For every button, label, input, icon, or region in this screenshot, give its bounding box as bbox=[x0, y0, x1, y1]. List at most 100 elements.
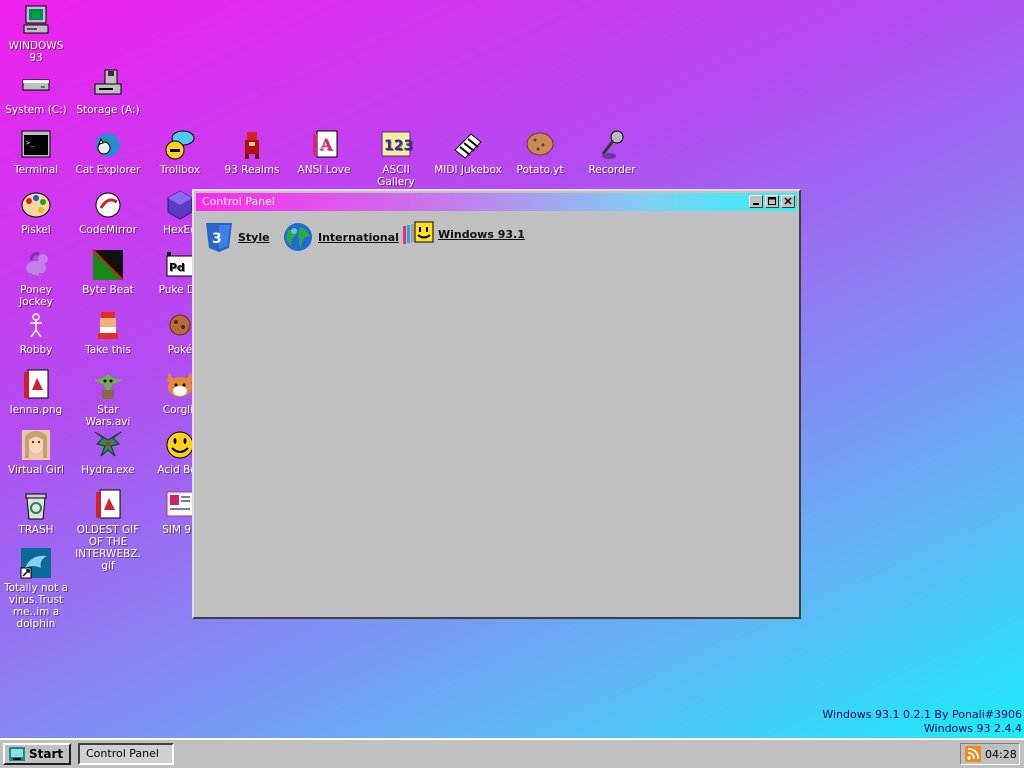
start-label: Start bbox=[29, 747, 64, 761]
image-file-icon bbox=[24, 369, 49, 399]
robby-icon bbox=[30, 313, 42, 338]
desktop-icon-ansi-love[interactable]: A ANSI Love bbox=[288, 128, 360, 176]
control-panel-content: 3 Style International Windows 93.1 bbox=[200, 217, 793, 611]
desktop-icon-label: Terminal bbox=[13, 164, 59, 176]
desktop-icon-label: Storage (A:) bbox=[76, 104, 140, 116]
desktop-icon-midi-jukebox[interactable]: MIDI Jukebox bbox=[432, 128, 504, 176]
minimize-icon bbox=[753, 203, 759, 205]
rss-icon[interactable] bbox=[965, 746, 981, 762]
dolphin-shortcut-icon bbox=[20, 548, 51, 579]
desktop-icon-poney-jockey[interactable]: Poney Jockey bbox=[0, 248, 72, 308]
close-icon bbox=[784, 197, 792, 205]
desktop-icon-terminal[interactable]: >_ Terminal bbox=[0, 128, 72, 176]
desktop-icon-label: Hydra.exe bbox=[81, 464, 135, 476]
close-button[interactable] bbox=[781, 195, 795, 208]
desktop-icon-recorder[interactable]: Recorder bbox=[576, 128, 648, 176]
control-panel-item-international[interactable]: International bbox=[282, 221, 399, 253]
desktop-icon-cat-explorer[interactable]: Cat Explorer bbox=[72, 128, 144, 176]
desktop-icon-ascii-gallery[interactable]: 123 ASCII Gallery bbox=[360, 128, 432, 188]
windows93-logo-icon bbox=[9, 747, 25, 761]
control-panel-item-windows93[interactable]: Windows 93.1 bbox=[402, 221, 525, 247]
desktop-icon-storage-a[interactable]: Storage (A:) bbox=[72, 68, 144, 116]
svg-text:A: A bbox=[319, 135, 333, 154]
terminal-icon: >_ bbox=[21, 130, 51, 158]
svg-text:3: 3 bbox=[212, 231, 222, 247]
svg-text:Pd: Pd bbox=[169, 261, 185, 274]
start-button[interactable]: Start bbox=[3, 743, 71, 765]
ascii-gallery-icon: 123 bbox=[381, 131, 413, 157]
desktop-icon-label: ASCII Gallery bbox=[377, 164, 415, 188]
version-line-1: Windows 93.1 0.2.1 By Ponali#3906 bbox=[822, 708, 1022, 721]
computer-icon bbox=[23, 5, 49, 34]
clock: 04:28 bbox=[985, 747, 1017, 761]
desktop-icon-label: ANSI Love bbox=[297, 164, 351, 176]
desktop-icon-label: Virtual Girl bbox=[8, 464, 64, 476]
codemirror-icon bbox=[95, 192, 121, 218]
control-panel-window[interactable]: Control Panel 3 Style International Wind… bbox=[192, 189, 801, 619]
desktop-icon-hydra[interactable]: Hydra.exe bbox=[72, 428, 144, 476]
desktop-icon-byte-beat[interactable]: Byte Beat bbox=[72, 248, 144, 296]
desktop-icon-robby[interactable]: Robby bbox=[0, 308, 72, 356]
bytebeat-icon bbox=[92, 249, 124, 281]
pony-icon bbox=[26, 252, 48, 279]
taskbar-item-control-panel[interactable]: Control Panel bbox=[78, 743, 174, 765]
hard-drive-icon bbox=[22, 79, 50, 91]
svg-text:>_: >_ bbox=[26, 139, 35, 147]
potato-icon bbox=[526, 132, 554, 156]
maximize-icon bbox=[768, 197, 776, 205]
desktop-icon-codemirror[interactable]: CodeMirror bbox=[72, 188, 144, 236]
desktop-icon-trash[interactable]: TRASH bbox=[0, 488, 72, 536]
version-line-2: Windows 93 2.4.4 bbox=[923, 722, 1022, 735]
desktop-icon-label: Piskel bbox=[21, 224, 51, 236]
realms-icon bbox=[245, 132, 259, 159]
desktop-icon-label: Potato.yt bbox=[516, 164, 564, 176]
desktop-icon-label: Take this bbox=[85, 344, 131, 356]
taskbar: Start Control Panel 04:28 bbox=[0, 738, 1024, 768]
desktop-icon-label: Recorder bbox=[588, 164, 636, 176]
window-title: Control Panel bbox=[202, 195, 275, 208]
desktop-icon-label: 93 Realms bbox=[224, 164, 280, 176]
desktop-icon-potato[interactable]: Potato.yt bbox=[504, 128, 576, 176]
desktop-icon-label: Byte Beat bbox=[82, 284, 134, 296]
control-panel-item-style[interactable]: 3 Style bbox=[204, 221, 270, 253]
desktop-icon-label: Poney Jockey bbox=[19, 284, 53, 308]
desktop-icon-system-c[interactable]: System (C:) bbox=[0, 68, 72, 116]
desktop-icon-lenna[interactable]: lenna.png bbox=[0, 368, 72, 416]
yoda-icon bbox=[93, 374, 123, 399]
desktop-icon-windows93[interactable]: WINDOWS 93 bbox=[0, 4, 72, 64]
trollbox-icon bbox=[165, 130, 195, 160]
maximize-button[interactable] bbox=[765, 195, 779, 208]
virtual-girl-icon bbox=[22, 430, 50, 460]
take-this-icon bbox=[98, 312, 118, 339]
desktop-icon-label: WINDOWS 93 bbox=[8, 40, 64, 64]
desktop-icon-take-this[interactable]: Take this bbox=[72, 308, 144, 356]
desktop-icon-piskel[interactable]: Piskel bbox=[0, 188, 72, 236]
cat-explorer-icon bbox=[96, 133, 120, 157]
desktop-icon-label: Robby bbox=[19, 344, 53, 356]
floppy-drive-icon bbox=[94, 69, 122, 95]
trash-icon bbox=[25, 493, 47, 520]
desktop-icon-star-wars[interactable]: Star Wars.avi bbox=[72, 368, 144, 428]
windows93-smiley-icon bbox=[403, 221, 434, 244]
window-controls bbox=[749, 195, 795, 208]
minimize-button[interactable] bbox=[749, 195, 763, 208]
desktop-icon-label: Cat Explorer bbox=[75, 164, 141, 176]
globe-icon bbox=[284, 223, 312, 251]
desktop-icon-label: OLDEST GIF OF THE INTERWEBZ.gif bbox=[75, 524, 141, 572]
control-panel-item-label: International bbox=[318, 230, 399, 244]
desktop-icon-label: TRASH bbox=[18, 524, 54, 536]
desktop-icon-93-realms[interactable]: 93 Realms bbox=[216, 128, 288, 176]
desktop-icon-label: Totally not a virus.Trust me..im a dolph… bbox=[4, 582, 68, 630]
window-titlebar[interactable]: Control Panel bbox=[196, 193, 797, 211]
ansi-love-icon: A bbox=[313, 130, 338, 158]
midi-jukebox-icon bbox=[454, 133, 482, 159]
desktop-icon-dolphin[interactable]: Totally not a virus.Trust me..im a dolph… bbox=[0, 546, 72, 630]
desktop-icon-virtual-girl[interactable]: Virtual Girl bbox=[0, 428, 72, 476]
css3-icon: 3 bbox=[206, 223, 232, 252]
desktop-icon-trollbox[interactable]: Trollbox bbox=[144, 128, 216, 176]
desktop-icon-oldest-gif[interactable]: OLDEST GIF OF THE INTERWEBZ.gif bbox=[72, 488, 144, 572]
desktop-icon-label: Trollbox bbox=[159, 164, 201, 176]
svg-text:123: 123 bbox=[384, 138, 413, 154]
desktop-icon-label: Star Wars.avi bbox=[85, 404, 131, 428]
desktop-icon-label: System (C:) bbox=[5, 104, 67, 116]
